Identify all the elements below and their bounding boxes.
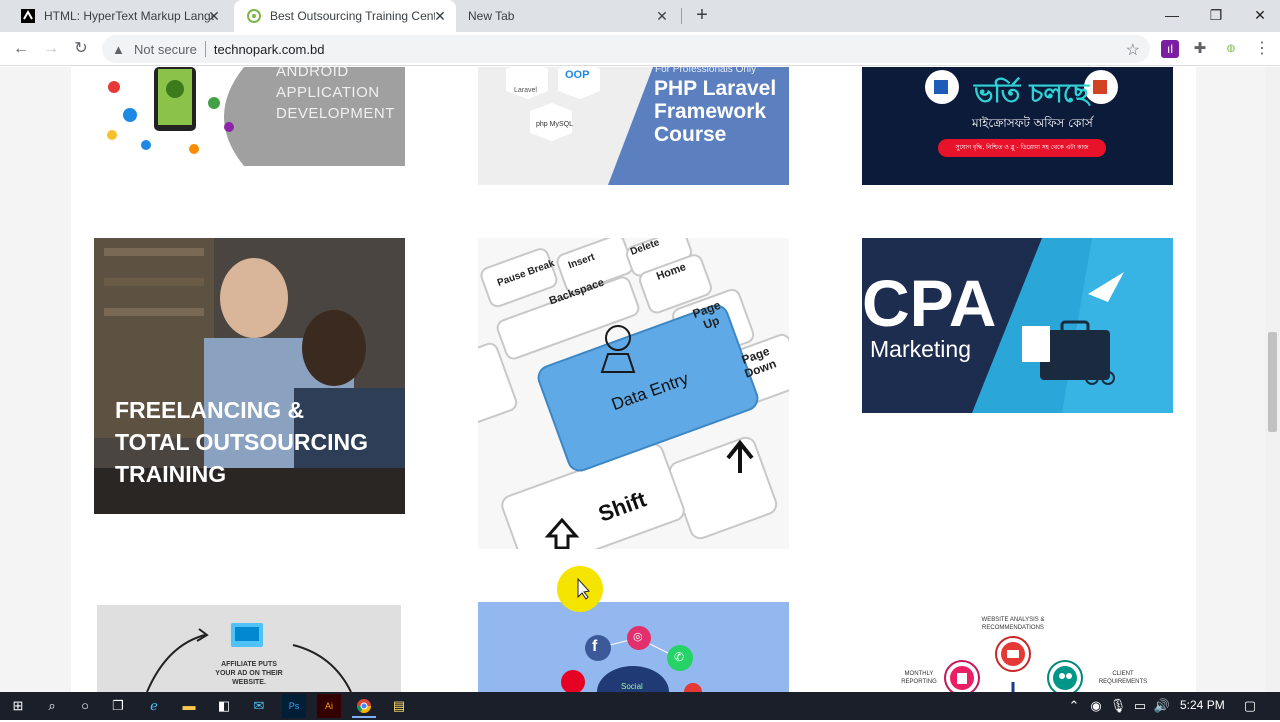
- new-tab-button[interactable]: +: [690, 4, 714, 28]
- seo-label-client: CLIENT REQUIREMENTS: [1098, 671, 1148, 685]
- card-eyebrow: For Professionals Only: [655, 67, 757, 75]
- course-card-dataentry[interactable]: Pause Break Insert Delete Home Backspace…: [478, 238, 789, 549]
- profile-extension-icon[interactable]: ◍: [1220, 40, 1242, 58]
- page-viewport: ANDROID APPLICATION DEVELOPMENT Laravel …: [0, 67, 1280, 692]
- facebook-icon: f: [592, 638, 598, 655]
- security-label[interactable]: Not secure: [134, 42, 197, 57]
- back-arrow-icon[interactable]: ←: [9, 37, 33, 61]
- course-card-seo[interactable]: WEBSITE ANALYSIS & RECOMMENDATIONS MONTH…: [862, 602, 1173, 692]
- course-card-android[interactable]: ANDROID APPLICATION DEVELOPMENT: [94, 67, 405, 166]
- divider: [204, 41, 206, 57]
- tab-separator: [681, 8, 682, 24]
- notifications-icon[interactable]: ▢: [1238, 694, 1262, 718]
- address-bar[interactable]: ▲ Not secure technopark.com.bd ☆: [102, 35, 1150, 63]
- tab-mdn[interactable]: HTML: HyperText Markup Langua ✕: [8, 0, 230, 32]
- course-card-social[interactable]: f ✆ ◎ Social: [478, 602, 789, 692]
- network-icon[interactable]: ▭: [1128, 694, 1152, 718]
- restore-icon[interactable]: ❐: [1194, 0, 1238, 32]
- tab-title: HTML: HyperText Markup Langua: [44, 9, 214, 23]
- card-title: PHP Laravel Framework Course: [654, 77, 777, 146]
- card-headline: ভর্তি চলছে: [974, 79, 1089, 109]
- mail-icon[interactable]: ✉: [247, 694, 271, 718]
- tag-laravel: Laravel: [514, 87, 537, 94]
- volume-icon[interactable]: 🔊: [1150, 694, 1174, 718]
- card-title: FREELANCING & TOTAL OUTSOURCING TRAINING: [115, 397, 368, 487]
- task-view-icon[interactable]: ❐: [106, 694, 130, 718]
- card-subtitle: Marketing: [870, 336, 971, 362]
- tag-php: php MySQL: [536, 121, 573, 128]
- puzzle-icon[interactable]: ✚: [1191, 40, 1209, 58]
- meet-icon[interactable]: ◉: [1084, 694, 1108, 718]
- tab-title: New Tab: [468, 9, 515, 23]
- browser-toolbar: ← → ↻ ▲ Not secure technopark.com.bd ☆ ı…: [0, 32, 1280, 66]
- notepad-icon[interactable]: ▤: [387, 694, 411, 718]
- close-icon[interactable]: ✕: [206, 8, 222, 24]
- card-caption: AFFILIATE PUTS YOUR AD ON THEIR WEBSITE.: [215, 661, 283, 686]
- scroll-thumb[interactable]: [1268, 332, 1277, 432]
- extension-icon[interactable]: ıl: [1161, 40, 1179, 58]
- close-icon[interactable]: ✕: [432, 8, 448, 24]
- tab-strip: HTML: HyperText Markup Langua ✕ Best Out…: [0, 0, 1280, 32]
- course-card-office[interactable]: ভর্তি চলছে মাইক্রোসফট অফিস কোর্স সুযোগ ব…: [862, 67, 1173, 185]
- close-icon[interactable]: ✕: [654, 8, 670, 24]
- course-card-freelancing[interactable]: FREELANCING & TOTAL OUTSOURCING TRAINING: [94, 238, 405, 514]
- warning-icon[interactable]: ▲: [112, 42, 128, 57]
- page-content: ANDROID APPLICATION DEVELOPMENT Laravel …: [71, 67, 1196, 692]
- reload-icon[interactable]: ↻: [69, 37, 93, 61]
- search-icon[interactable]: ⌕: [40, 694, 64, 718]
- card-label: Social: [621, 682, 643, 691]
- tab-technopark[interactable]: Best Outsourcing Training Cente ✕: [234, 0, 456, 32]
- card-title: ANDROID APPLICATION DEVELOPMENT: [276, 67, 395, 122]
- mdn-icon: [20, 8, 36, 24]
- star-icon[interactable]: ☆: [1126, 40, 1140, 60]
- card-pill: সুযোগ বৃদ্ধি, নিশ্চিত ও ব্লু - ডিপ্লোমা …: [955, 144, 1089, 151]
- page-scrollbar[interactable]: [1265, 67, 1280, 692]
- tab-title: Best Outsourcing Training Cente: [270, 9, 435, 23]
- tag-oop: OOP: [565, 69, 590, 81]
- menu-icon[interactable]: ⋮: [1253, 40, 1271, 58]
- technopark-icon: [246, 8, 262, 24]
- taskbar: ⊞ ⌕ ○ ❐ ℯ ▬ ◧ ✉ Ps Ai ▤ ⌃ ◉ 🎙 ▭ 🔊 5:24 P…: [0, 692, 1280, 720]
- clock[interactable]: 5:24 PM: [1180, 698, 1225, 712]
- card-subline: মাইক্রোসফট অফিস কোর্স: [972, 116, 1093, 130]
- tab-newtab[interactable]: New Tab ✕: [456, 0, 678, 32]
- course-card-laravel[interactable]: Laravel OOP php MySQL For Professionals …: [478, 67, 789, 185]
- minimize-icon[interactable]: —: [1150, 0, 1194, 32]
- microphone-icon[interactable]: 🎙: [1106, 694, 1130, 718]
- illustrator-icon[interactable]: Ai: [317, 694, 341, 718]
- card-title: CPA: [862, 266, 997, 340]
- windows-start-icon[interactable]: ⊞: [6, 694, 30, 718]
- photoshop-icon[interactable]: Ps: [282, 694, 306, 718]
- url-text[interactable]: technopark.com.bd: [214, 42, 325, 57]
- course-card-affiliate[interactable]: AFFILIATE PUTS YOUR AD ON THEIR WEBSITE.: [97, 605, 401, 692]
- chevron-up-icon[interactable]: ⌃: [1062, 694, 1086, 718]
- instagram-icon: ◎: [633, 631, 643, 643]
- seo-label-reporting: MONTHLY REPORTING: [901, 671, 937, 685]
- course-card-cpa[interactable]: CPA Marketing: [862, 238, 1173, 413]
- close-window-icon[interactable]: ✕: [1238, 0, 1280, 32]
- cortana-icon[interactable]: ○: [73, 694, 97, 718]
- whatsapp-icon: ✆: [674, 650, 685, 664]
- forward-arrow-icon[interactable]: →: [39, 37, 63, 61]
- store-icon[interactable]: ◧: [212, 694, 236, 718]
- edge-icon[interactable]: ℯ: [142, 694, 166, 718]
- chrome-icon[interactable]: [352, 694, 376, 718]
- file-explorer-icon[interactable]: ▬: [177, 694, 201, 718]
- seo-label-analysis: WEBSITE ANALYSIS & RECOMMENDATIONS: [981, 617, 1045, 631]
